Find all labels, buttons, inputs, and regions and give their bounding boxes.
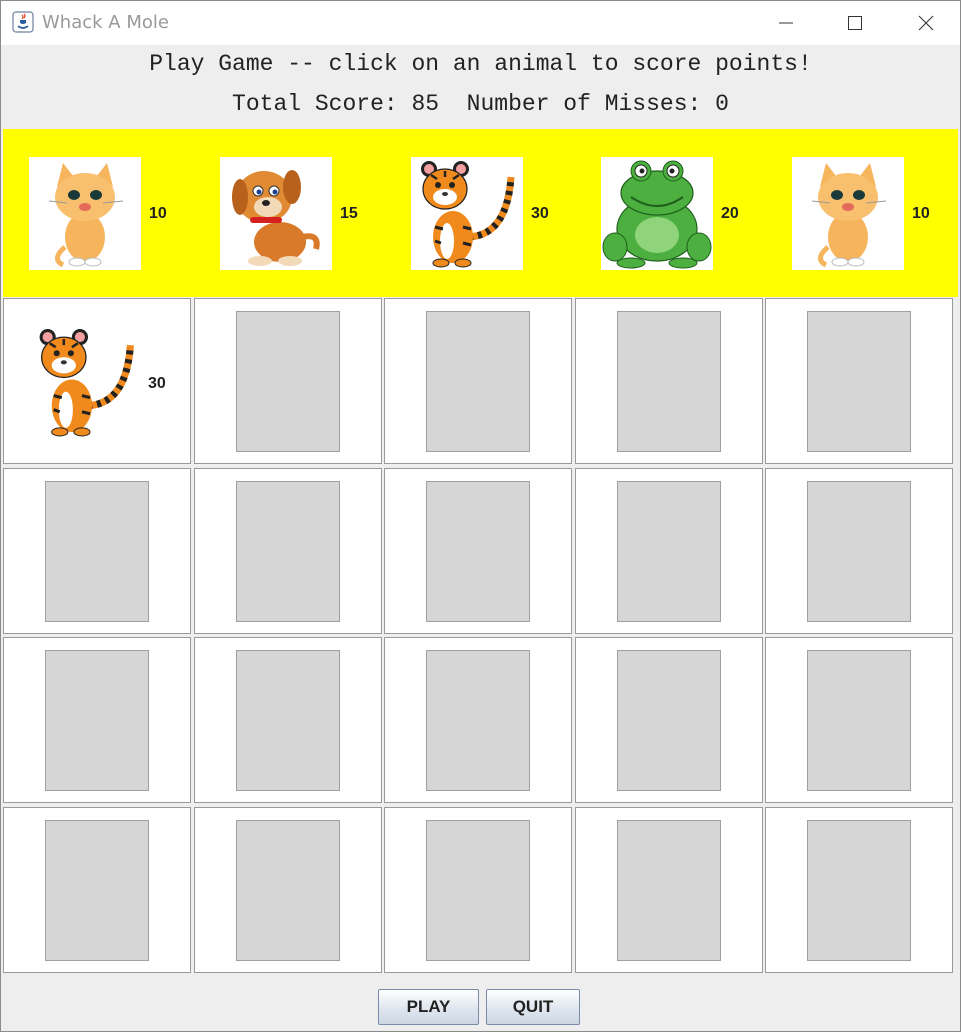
mole-hole (236, 481, 340, 622)
legend-item-dog: 15 (220, 157, 370, 271)
board-cell[interactable] (384, 807, 572, 973)
tiger-icon (411, 157, 523, 270)
board-cell[interactable] (575, 637, 763, 803)
close-icon (918, 15, 934, 31)
game-board: 30 (3, 298, 958, 977)
board-cell[interactable] (765, 468, 953, 634)
board-cell[interactable] (384, 298, 572, 464)
board-cell[interactable] (3, 807, 191, 973)
minimize-button[interactable] (755, 1, 817, 45)
legend-item-tiger: 30 (411, 157, 561, 271)
frog-points-label: 20 (721, 205, 739, 222)
game-window: Whack A Mole Play Game -- click on an an… (0, 0, 961, 1032)
board-cell[interactable] (3, 468, 191, 634)
mole-hole (236, 650, 340, 791)
mole-hole (236, 311, 340, 452)
instructions-text: Play Game -- click on an animal to score… (149, 51, 812, 77)
board-cell-active-tiger[interactable]: 30 (3, 298, 191, 464)
mole-hole (45, 820, 149, 961)
mole-hole (617, 650, 721, 791)
mole-hole (236, 820, 340, 961)
mole-hole (426, 820, 530, 961)
mole-hole (45, 650, 149, 791)
java-app-icon (12, 11, 34, 33)
board-cell[interactable] (575, 807, 763, 973)
board-cell[interactable] (765, 298, 953, 464)
tiger-points-label: 30 (531, 205, 549, 222)
mole-hole (45, 481, 149, 622)
mole-hole (807, 481, 911, 622)
board-cell[interactable] (384, 468, 572, 634)
quit-button[interactable]: QUIT (486, 989, 580, 1025)
mole-hole (426, 311, 530, 452)
maximize-icon (848, 16, 862, 30)
legend-item-cat: 10 (29, 157, 179, 271)
legend-item-frog: 20 (601, 157, 751, 271)
close-button[interactable] (895, 1, 957, 45)
mole-hole (807, 820, 911, 961)
mole-hole (426, 481, 530, 622)
dog-icon (220, 157, 332, 270)
board-cell[interactable] (194, 807, 382, 973)
active-cell-points-label: 30 (148, 375, 166, 392)
animal-points-legend: 10 15 30 20 10 (3, 129, 958, 297)
mole-hole (807, 650, 911, 791)
dog-points-label: 15 (340, 205, 358, 222)
board-cell[interactable] (194, 468, 382, 634)
mole-hole (807, 311, 911, 452)
window-title: Whack A Mole (42, 12, 169, 33)
frog-icon (601, 157, 713, 270)
board-cell[interactable] (194, 298, 382, 464)
cat-icon (29, 157, 141, 270)
board-cell[interactable] (765, 807, 953, 973)
cat-icon (792, 157, 904, 270)
board-cell[interactable] (384, 637, 572, 803)
cat-points-label: 10 (149, 205, 167, 222)
mole-hole (617, 481, 721, 622)
title-bar: Whack A Mole (1, 1, 960, 45)
board-cell[interactable] (765, 637, 953, 803)
mole-hole (617, 820, 721, 961)
minimize-icon (779, 22, 793, 24)
score-status-text: Total Score: 85 Number of Misses: 0 (232, 91, 729, 117)
board-cell[interactable] (575, 298, 763, 464)
mole-hole (426, 650, 530, 791)
tiger-icon (39, 329, 134, 437)
mole-hole (617, 311, 721, 452)
play-button[interactable]: PLAY (378, 989, 479, 1025)
board-cell[interactable] (3, 637, 191, 803)
board-cell[interactable] (194, 637, 382, 803)
cat-points-label: 10 (912, 205, 930, 222)
maximize-button[interactable] (824, 1, 886, 45)
legend-item-cat: 10 (792, 157, 942, 271)
board-cell[interactable] (575, 468, 763, 634)
